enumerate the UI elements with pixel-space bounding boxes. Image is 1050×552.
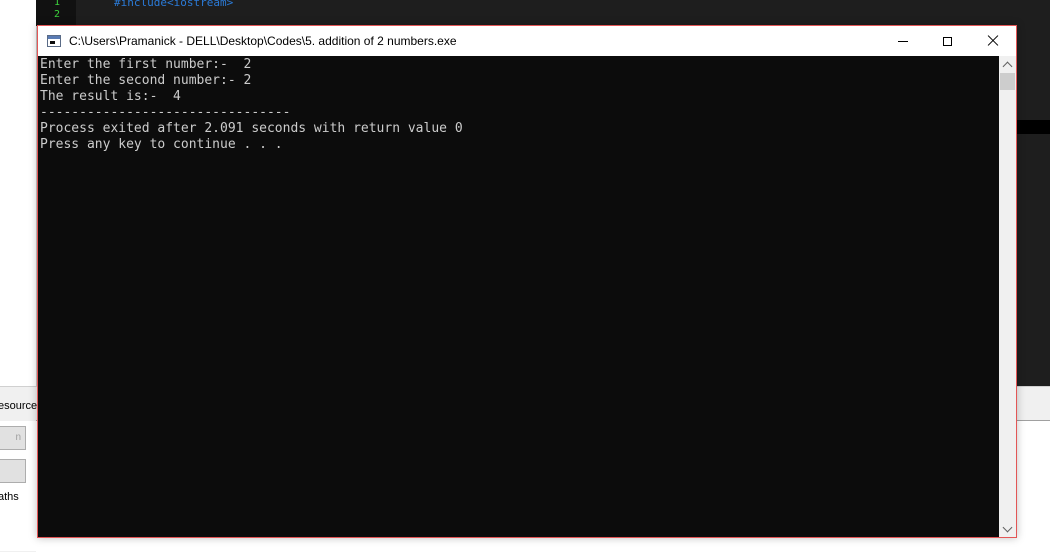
ide-editor-edge-lower [1016,134,1050,386]
ide-editor-edge [1016,26,1050,120]
line-number: 2 [54,9,61,20]
chevron-down-icon [1002,522,1013,532]
chevron-up-icon [1002,61,1013,71]
window-title: C:\Users\Pramanick - DELL\Desktop\Codes\… [69,34,457,48]
close-button[interactable] [970,26,1015,56]
ide-panel-button[interactable]: n [0,426,26,450]
line-number: 1 [54,0,61,8]
scroll-thumb[interactable] [1000,73,1015,90]
scroll-up-button[interactable] [999,56,1016,73]
scroll-down-button[interactable] [999,520,1016,537]
console-app-icon[interactable] [47,35,61,47]
minimize-button[interactable] [880,26,925,56]
vertical-scrollbar[interactable] [999,56,1016,537]
ide-panel-button[interactable] [0,459,26,483]
title-bar[interactable]: C:\Users\Pramanick - DELL\Desktop\Codes\… [38,26,1016,56]
console-output: Enter the first number:- 2 Enter the sec… [40,57,463,152]
console-window[interactable]: C:\Users\Pramanick - DELL\Desktop\Codes\… [37,25,1017,538]
maximize-icon [943,36,952,46]
ide-editor-current-line [1016,120,1050,134]
paths-label: aths [0,491,19,503]
minimize-icon [897,40,908,42]
maximize-button[interactable] [925,26,970,56]
close-icon [987,35,999,47]
console-output-area[interactable]: Enter the first number:- 2 Enter the sec… [38,56,999,537]
code-line: #include<iostream> [114,0,234,9]
